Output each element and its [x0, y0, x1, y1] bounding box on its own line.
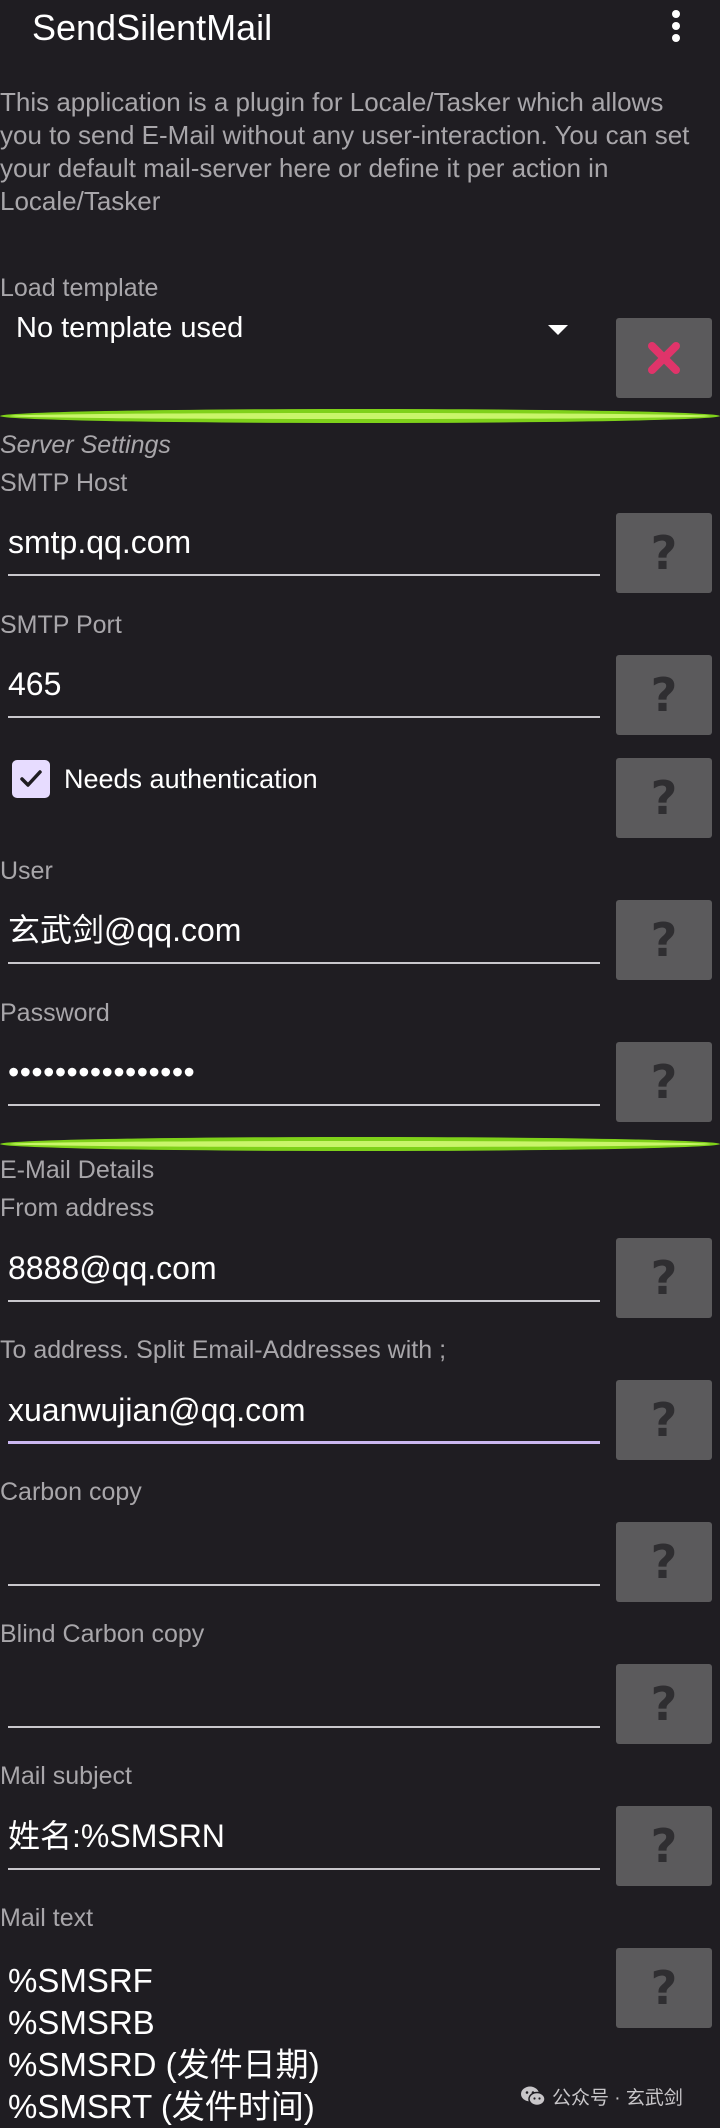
help-question-icon: ?	[650, 1535, 678, 1589]
from-address-input[interactable]: 8888@qq.com	[8, 1240, 600, 1302]
help-question-icon: ?	[650, 1251, 678, 1305]
needs-authentication-label: Needs authentication	[64, 764, 318, 794]
mail-subject-help-button[interactable]: ?	[616, 1806, 712, 1886]
mail-text-line: %SMSRF	[8, 1962, 153, 1999]
app-bar: SendSilentMail	[0, 0, 720, 60]
watermark-text: 公众号 · 玄武剑	[552, 2087, 683, 2109]
carbon-copy-label: Carbon copy	[0, 1478, 142, 1506]
smtp-host-label: SMTP Host	[0, 469, 128, 497]
overflow-menu-button[interactable]	[654, 8, 698, 44]
user-value: 玄武剑@qq.com	[8, 912, 242, 948]
overflow-menu-icon	[672, 10, 680, 42]
password-help-button[interactable]: ?	[616, 1042, 712, 1122]
send-silent-mail-screen: SendSilentMail This application is a plu…	[0, 0, 720, 2128]
to-address-value: xuanwujian@qq.com	[8, 1392, 306, 1428]
help-question-icon: ?	[650, 668, 678, 722]
help-question-icon: ?	[650, 1055, 678, 1109]
blind-carbon-copy-input[interactable]	[8, 1666, 600, 1728]
to-address-label: To address. Split Email-Addresses with ;	[0, 1336, 447, 1364]
blind-carbon-copy-label: Blind Carbon copy	[0, 1620, 205, 1648]
mail-subject-input[interactable]: 姓名:%SMSRN	[8, 1808, 600, 1870]
wechat-icon	[521, 2086, 546, 2107]
smtp-host-help-button[interactable]: ?	[616, 513, 712, 593]
user-input[interactable]: 玄武剑@qq.com	[8, 902, 600, 964]
to-address-help-button[interactable]: ?	[616, 1380, 712, 1460]
section-divider-email	[0, 1137, 720, 1151]
server-settings-header: Server Settings	[0, 431, 171, 459]
password-value: ••••••••••••••••	[8, 1054, 196, 1090]
help-question-icon: ?	[650, 913, 678, 967]
user-label: User	[0, 857, 53, 885]
mail-text-line: %SMSRT (发件时间)	[8, 2088, 315, 2125]
mail-subject-value: 姓名:%SMSRN	[8, 1818, 225, 1854]
user-help-button[interactable]: ?	[616, 900, 712, 980]
carbon-copy-input[interactable]	[8, 1524, 600, 1586]
mail-text-label: Mail text	[0, 1904, 94, 1932]
app-description: This application is a plugin for Locale/…	[0, 87, 690, 216]
template-selected-value: No template used	[16, 312, 244, 344]
carbon-copy-help-button[interactable]: ?	[616, 1522, 712, 1602]
template-spinner[interactable]: No template used	[0, 306, 580, 356]
checkmark-icon	[20, 770, 42, 787]
watermark: 公众号 · 玄武剑	[520, 2082, 683, 2110]
authentication-help-button[interactable]: ?	[616, 758, 712, 838]
from-address-label: From address	[0, 1194, 155, 1222]
smtp-host-value: smtp.qq.com	[8, 524, 192, 560]
clear-x-icon	[648, 342, 680, 374]
app-title: SendSilentMail	[32, 7, 273, 48]
dropdown-arrow-icon	[548, 325, 568, 335]
mail-text-line: %SMSRB	[8, 2004, 155, 2041]
mail-subject-label: Mail subject	[0, 1762, 132, 1790]
help-question-icon: ?	[650, 1677, 678, 1731]
smtp-port-value: 465	[8, 666, 62, 702]
help-question-icon: ?	[650, 771, 678, 825]
password-label: Password	[0, 999, 110, 1027]
smtp-port-input[interactable]: 465	[8, 656, 600, 718]
mail-text-input[interactable]: %SMSRF %SMSRB %SMSRD (发件日期) %SMSRT (发件时间…	[8, 1960, 608, 2128]
from-address-value: 8888@qq.com	[8, 1250, 217, 1286]
help-question-icon: ?	[650, 526, 678, 580]
help-question-icon: ?	[650, 1961, 678, 2015]
smtp-port-label: SMTP Port	[0, 611, 122, 639]
section-divider-server	[0, 409, 720, 423]
help-question-icon: ?	[650, 1393, 678, 1447]
help-question-icon: ?	[650, 1819, 678, 1873]
mail-text-help-button[interactable]: ?	[616, 1948, 712, 2028]
load-template-label: Load template	[0, 274, 159, 302]
smtp-port-help-button[interactable]: ?	[616, 655, 712, 735]
from-address-help-button[interactable]: ?	[616, 1238, 712, 1318]
password-input[interactable]: ••••••••••••••••	[8, 1044, 600, 1106]
mail-text-line: %SMSRD (发件日期)	[8, 2046, 320, 2083]
checkbox-box[interactable]	[12, 760, 50, 798]
to-address-input[interactable]: xuanwujian@qq.com	[8, 1382, 600, 1444]
smtp-host-input[interactable]: smtp.qq.com	[8, 514, 600, 576]
blind-carbon-copy-help-button[interactable]: ?	[616, 1664, 712, 1744]
email-details-header: E-Mail Details	[0, 1156, 155, 1184]
clear-template-button[interactable]	[616, 318, 712, 398]
